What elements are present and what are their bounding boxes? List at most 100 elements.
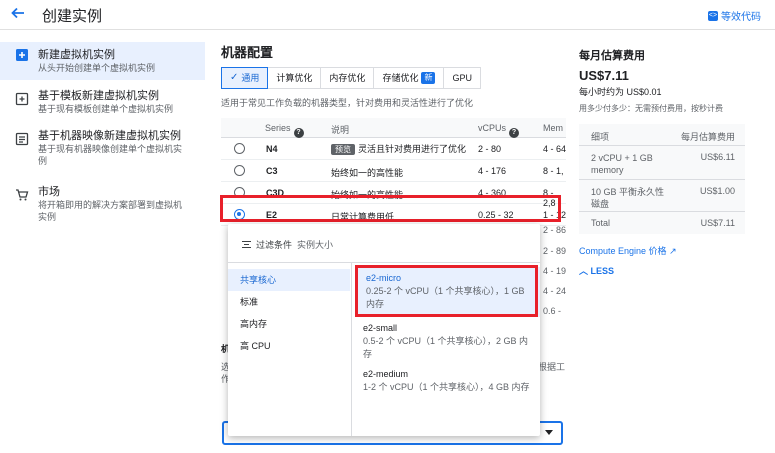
less-toggle[interactable]: ︿ LESS <box>579 264 614 277</box>
category-high-cpu[interactable]: 高 CPU <box>228 335 350 357</box>
table-row[interactable]: N4 预览 灵活且针对费用进行了优化 2 - 80 4 - 64 <box>221 138 566 160</box>
sidebar-item-new-vm[interactable]: 新建虚拟机实例 从头开始创建单个虚拟机实例 <box>0 42 205 80</box>
preview-badge: 预览 <box>331 144 355 155</box>
chevron-up-icon: ︿ <box>579 266 589 276</box>
machine-type-dropdown: 过滤条件 实例大小 共享核心 标准 高内存 高 CPU e2-micro 0.2… <box>228 224 540 436</box>
sidebar-item-from-machine-image[interactable]: 基于机器映像新建虚拟机实例 基于现有机器映像创建单个虚拟机实例 <box>0 126 205 172</box>
add-box-icon <box>16 49 28 61</box>
less-label: LESS <box>590 266 615 276</box>
equivalent-code-label: 等效代码 <box>721 12 761 23</box>
equivalent-code-link[interactable]: <> 等效代码 <box>708 8 761 23</box>
category-standard[interactable]: 标准 <box>228 291 350 313</box>
hourly-price: 每小时约为 US$0.01 <box>579 87 662 97</box>
option-name: e2-medium <box>363 369 409 379</box>
cost-row: 2 vCPU + 1 GB memory US$6.11 <box>579 146 745 180</box>
tab-label: 通用 <box>241 73 260 83</box>
highlight-box <box>220 195 561 222</box>
sidebar-item-title: 市场 <box>38 186 60 198</box>
tab-gpu[interactable]: GPU <box>443 67 481 89</box>
tab-storage-optimized[interactable]: 存储优化 新 <box>373 67 445 89</box>
cost-header-value: 每月估算费用 <box>680 132 735 142</box>
radio-button[interactable] <box>234 143 245 154</box>
memory-stub: 2 - 86 <box>543 225 567 235</box>
top-bar: 创建实例 <> 等效代码 <box>0 0 775 30</box>
sidebar-item-title: 新建虚拟机实例 <box>38 49 115 61</box>
option-desc: 1-2 个 vCPU（1 个共享核心），4 GB 内存 <box>363 382 530 392</box>
tab-compute-optimized[interactable]: 计算优化 <box>267 67 322 89</box>
header-description: 说明 <box>331 125 350 135</box>
series-desc: 始终如一的高性能 <box>331 168 404 178</box>
tab-label: 内存优化 <box>329 73 366 83</box>
new-badge: 新 <box>421 72 436 84</box>
section-title: 机器配置 <box>221 45 274 60</box>
memory-stub: 0.6 - <box>543 306 562 316</box>
pricing-link[interactable]: Compute Engine 价格 ↗ <box>579 244 677 257</box>
table-header: Series? 说明 vCPUs? Mem <box>221 118 566 138</box>
cost-total-value: US$7.11 <box>700 218 735 228</box>
help-icon[interactable]: ? <box>293 128 304 138</box>
page-title: 创建实例 <box>42 8 103 25</box>
highlight-box <box>355 265 538 317</box>
series-vcpus: 2 - 80 <box>478 144 502 154</box>
cart-icon <box>16 189 29 201</box>
option-e2-medium[interactable]: e2-medium 1-2 个 vCPU（1 个共享核心），4 GB 内存 <box>355 363 540 397</box>
filter-bar[interactable]: 过滤条件 实例大小 <box>242 238 333 251</box>
series-memory: 8 - 1, <box>543 166 564 176</box>
cost-header-row: 细项 每月估算费用 <box>579 124 745 146</box>
sidebar-item-desc: 基于现有机器映像创建单个虚拟机实例 <box>38 144 183 166</box>
category-high-memory[interactable]: 高内存 <box>228 313 350 335</box>
cost-value: US$1.00 <box>699 186 735 196</box>
memory-stub: 4 - 19 <box>543 266 567 276</box>
memory-stub: 2 - 89 <box>543 246 567 256</box>
series-desc: 预览 灵活且针对费用进行了优化 <box>331 142 466 155</box>
tab-label: GPU <box>452 73 472 83</box>
option-e2-small[interactable]: e2-small 0.5-2 个 vCPU（1 个共享核心），2 GB 内存 <box>355 317 540 363</box>
monthly-price: US$7.11 <box>579 68 629 83</box>
table-row[interactable]: C3 始终如一的高性能 4 - 176 8 - 1, <box>221 160 566 182</box>
option-name: e2-small <box>363 323 398 333</box>
header-series: Series? <box>265 123 304 138</box>
sidebar-item-marketplace[interactable]: 市场 将开箱即用的解决方案部署到虚拟机实例 <box>0 182 205 228</box>
series-vcpus: 4 - 176 <box>478 166 507 176</box>
pricing-link-label: Compute Engine 价格 <box>579 246 667 256</box>
series-memory: 4 - 64 <box>543 144 567 154</box>
divider <box>351 262 352 436</box>
header-vcpus: vCPUs? <box>478 123 520 138</box>
series-name: N4 <box>266 144 278 154</box>
creation-method-sidebar: 新建虚拟机实例 从头开始创建单个虚拟机实例 基于模板新建虚拟机实例 基于现有模板… <box>0 38 205 453</box>
template-add-icon <box>15 92 29 106</box>
header-memory: Mem <box>543 123 563 133</box>
divider <box>228 262 540 263</box>
external-link-icon: ↗ <box>669 246 677 256</box>
sidebar-item-desc: 从头开始创建单个虚拟机实例 <box>38 63 156 73</box>
text-stub: 根据工 <box>538 362 566 372</box>
cost-total-label: Total <box>591 218 611 228</box>
tab-label: 计算优化 <box>276 73 313 83</box>
filter-icon <box>242 241 251 248</box>
series-name: C3 <box>266 166 278 176</box>
tab-memory-optimized[interactable]: 内存优化 <box>320 67 375 89</box>
code-icon: <> <box>708 10 718 21</box>
sidebar-item-title: 基于模板新建虚拟机实例 <box>38 90 159 102</box>
machine-image-icon <box>15 132 29 146</box>
help-icon[interactable]: ? <box>509 128 520 138</box>
memory-stub: 4 - 24 <box>543 286 567 296</box>
sidebar-item-from-template[interactable]: 基于模板新建虚拟机实例 基于现有模板创建单个虚拟机实例 <box>0 86 205 120</box>
tab-general-purpose[interactable]: ✓ 通用 <box>221 67 269 89</box>
cost-row: 10 GB 平衡永久性磁盘 US$1.00 <box>579 180 745 212</box>
family-description: 适用于常见工作负载的机器类型，针对费用和灵活性进行了优化 <box>221 98 474 108</box>
cost-header-item: 细项 <box>591 132 610 142</box>
back-arrow-icon[interactable] <box>10 5 26 21</box>
radio-button[interactable] <box>234 165 245 176</box>
category-shared-core[interactable]: 共享核心 <box>228 269 350 291</box>
cost-value: US$6.11 <box>700 152 735 162</box>
dropdown-caret-icon <box>545 430 553 435</box>
sidebar-item-desc: 将开箱即用的解决方案部署到虚拟机实例 <box>38 200 183 222</box>
machine-family-tabs: ✓ 通用 计算优化 内存优化 存储优化 新 GPU <box>221 67 481 89</box>
filter-placeholder: 实例大小 <box>297 240 334 250</box>
option-desc: 0.5-2 个 vCPU（1 个共享核心），2 GB 内存 <box>363 336 529 359</box>
sidebar-item-title: 基于机器映像新建虚拟机实例 <box>38 130 181 142</box>
check-icon: ✓ <box>230 72 239 83</box>
sidebar-item-desc: 基于现有模板创建单个虚拟机实例 <box>38 104 174 114</box>
cost-item: 2 vCPU + 1 GB memory <box>591 153 653 175</box>
